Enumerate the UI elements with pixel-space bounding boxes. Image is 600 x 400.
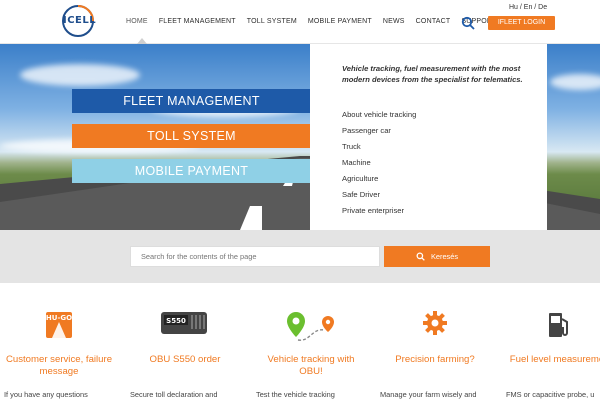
link-private-enterpriser[interactable]: Private enterpriser	[342, 206, 416, 222]
link-safe-driver[interactable]: Safe Driver	[342, 190, 416, 206]
panel-intro-text: Vehicle tracking, fuel measurement with …	[342, 64, 523, 84]
nav-fleet-management[interactable]: FLEET MANAGEMENT	[159, 18, 236, 25]
nav-mobile-payment[interactable]: MOBILE PAYMENT	[308, 18, 372, 25]
nav-home[interactable]: HOME	[126, 18, 148, 25]
feature-text: Manage your farm wisely and	[380, 390, 477, 399]
feature-title: Fuel level measurement	[509, 354, 600, 365]
feature-text: If you have any questions	[4, 390, 88, 399]
link-agriculture[interactable]: Agriculture	[342, 174, 416, 190]
nav-news[interactable]: NEWS	[383, 18, 405, 25]
mobile-payment-band[interactable]: MOBILE PAYMENT	[72, 159, 311, 183]
link-machine[interactable]: Machine	[342, 158, 416, 174]
language-switcher[interactable]: Hu / En / De	[509, 4, 547, 11]
link-passenger-car[interactable]: Passenger car	[342, 126, 416, 142]
feature-text: FMS or capacitive probe, u	[506, 390, 595, 399]
site-search-input[interactable]	[130, 246, 380, 267]
search-icon	[416, 252, 425, 261]
hugo-badge-icon: HU-GO	[46, 312, 72, 338]
search-button-label: Keresés	[430, 252, 459, 261]
nav-contact[interactable]: CONTACT	[416, 18, 451, 25]
obu-device-icon: S550	[161, 312, 207, 334]
fuel-pump-icon	[549, 313, 568, 337]
fleet-links-list: About vehicle tracking Passenger car Tru…	[342, 110, 416, 222]
feature-title: Vehicle tracking with OBU!	[267, 354, 355, 377]
map-pin-route-icon	[287, 312, 334, 341]
hero-banner: FLEET MANAGEMENT TOLL SYSTEM MOBILE PAYM…	[0, 44, 600, 230]
feature-text: Secure toll declaration and	[130, 390, 218, 399]
nav-toll-system[interactable]: TOLL SYSTEM	[247, 18, 297, 25]
feature-title: Customer service, failure message	[5, 354, 113, 377]
search-strip: Keresés	[0, 230, 600, 283]
search-icon[interactable]	[461, 16, 475, 30]
svg-text:HU-GO: HU-GO	[46, 314, 72, 322]
fleet-info-panel: Vehicle tracking, fuel measurement with …	[310, 44, 547, 230]
site-header: ICELL HOME FLEET MANAGEMENT TOLL SYSTEM …	[0, 0, 600, 44]
site-search-button[interactable]: Keresés	[384, 246, 490, 267]
feature-title: OBU S550 order	[149, 354, 221, 365]
cloud-decoration	[20, 64, 140, 86]
fleet-management-band[interactable]: FLEET MANAGEMENT	[72, 89, 311, 113]
link-about-vehicle-tracking[interactable]: About vehicle tracking	[342, 110, 416, 126]
gear-icon	[423, 311, 447, 335]
svg-text:S550: S550	[166, 317, 186, 325]
ifleet-login-button[interactable]: IFLEET LOGIN	[488, 16, 555, 30]
link-truck[interactable]: Truck	[342, 142, 416, 158]
toll-system-band[interactable]: TOLL SYSTEM	[72, 124, 311, 148]
logo-text: ICELL	[63, 15, 97, 26]
feature-title: Precision farming?	[395, 354, 475, 365]
feature-text: Test the vehicle tracking	[256, 390, 335, 399]
main-nav: HOME FLEET MANAGEMENT TOLL SYSTEM MOBILE…	[126, 18, 508, 25]
